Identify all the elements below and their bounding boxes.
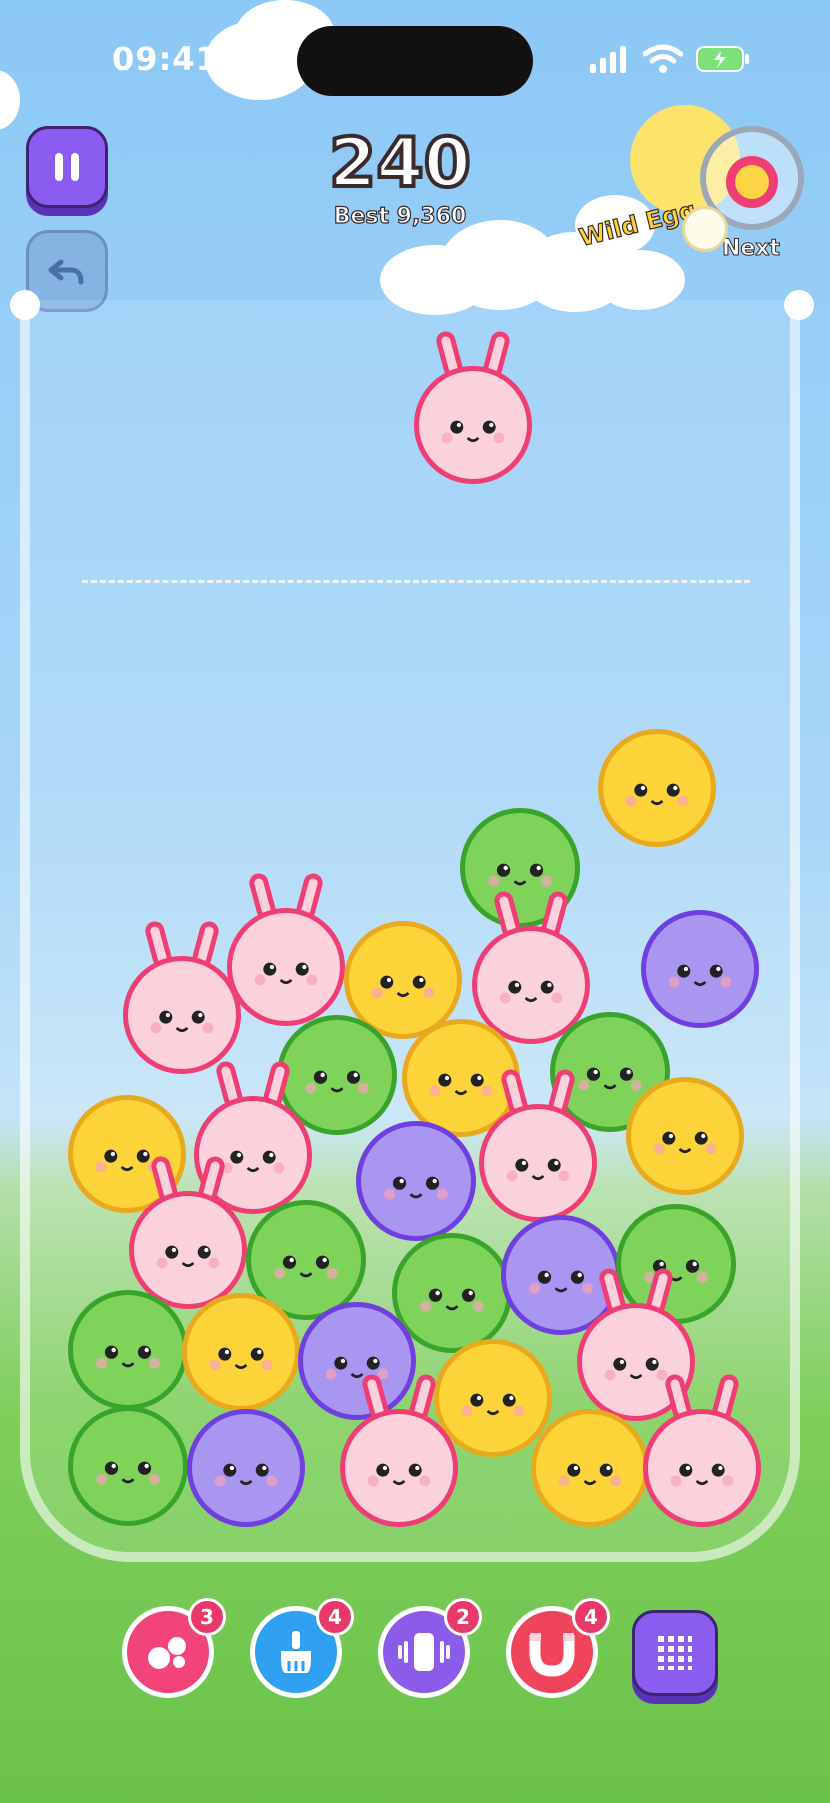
- undo-icon: [48, 259, 84, 285]
- cat-ball: [298, 1302, 416, 1420]
- dynamic-island: [297, 26, 533, 96]
- cloud: [0, 70, 20, 130]
- bunny-ball: [643, 1409, 761, 1527]
- bunny-ball: [227, 908, 345, 1026]
- signal-icon: [588, 44, 632, 78]
- powerup-count: 4: [316, 1598, 354, 1636]
- frog-ball: [68, 1290, 188, 1410]
- wifi-icon: [642, 44, 684, 78]
- powerup-split[interactable]: 3: [122, 1598, 226, 1698]
- battery-icon: [695, 44, 751, 78]
- status-time: 09:41: [112, 40, 219, 78]
- jar-rim-left: [10, 290, 40, 320]
- chick-ball: [598, 729, 716, 847]
- chick-ball: [626, 1077, 744, 1195]
- frog-ball: [68, 1406, 188, 1526]
- powerup-count: 3: [188, 1598, 226, 1636]
- drop-line: [82, 580, 750, 583]
- score: 240: [327, 122, 473, 205]
- powerup-count: 2: [444, 1598, 482, 1636]
- cat-ball: [641, 910, 759, 1028]
- next-piece: [726, 156, 778, 208]
- grid-icon: [658, 1636, 692, 1670]
- game-screen: 09:41 240 Best 9,360 Next Wild Egg 3 4 2…: [0, 0, 830, 1803]
- powerup-magnet[interactable]: 4: [506, 1598, 610, 1698]
- powerup-shake[interactable]: 2: [378, 1598, 482, 1698]
- wild-egg-icon: [682, 206, 728, 252]
- cat-ball: [356, 1121, 476, 1241]
- chick-ball: [182, 1293, 300, 1411]
- grid-button[interactable]: [632, 1610, 718, 1696]
- bunny-ball: [123, 956, 241, 1074]
- powerup-count: 4: [572, 1598, 610, 1636]
- bunny-ball[interactable]: [414, 366, 532, 484]
- chick-ball: [531, 1409, 649, 1527]
- bunny-ball: [479, 1104, 597, 1222]
- jar-rim-right: [784, 290, 814, 320]
- bunny-ball: [129, 1191, 247, 1309]
- cat-ball: [187, 1409, 305, 1527]
- next-label: Next: [721, 236, 781, 262]
- powerup-sweep[interactable]: 4: [250, 1598, 354, 1698]
- bunny-ball: [340, 1409, 458, 1527]
